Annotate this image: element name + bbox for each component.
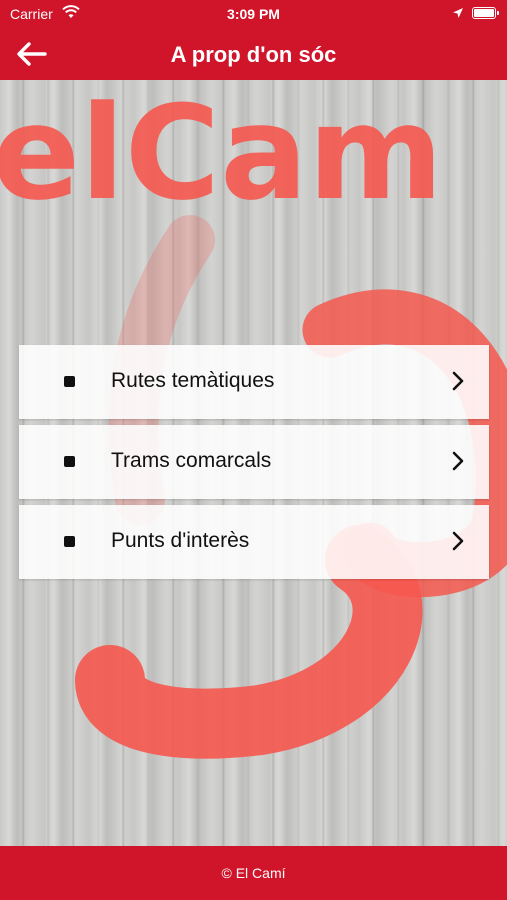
- status-time: 3:09 PM: [227, 6, 280, 22]
- location-arrow-icon: [452, 6, 464, 22]
- battery-icon: [472, 7, 499, 19]
- page-title: A prop d'on sóc: [170, 42, 337, 67]
- status-bar: Carrier 3:09 PM: [0, 0, 507, 28]
- navigation-bar: A prop d'on sóc: [0, 28, 507, 80]
- bullet-icon: [64, 456, 75, 467]
- menu-item-label: Punts d'interès: [111, 529, 250, 552]
- graffiti-text: elCam: [0, 80, 443, 229]
- copyright-text: © El Camí: [221, 865, 286, 881]
- chevron-right-icon: [452, 451, 464, 471]
- bullet-icon: [64, 536, 75, 547]
- menu-item-rutes-tematiques[interactable]: Rutes temàtiques: [19, 345, 489, 419]
- menu-list: Rutes temàtiques Trams comarcals Punts d…: [19, 345, 489, 585]
- menu-item-label: Trams comarcals: [111, 449, 272, 472]
- content-area: elCam Rutes temàtiques Trams comarcals P…: [0, 80, 507, 846]
- chevron-right-icon: [452, 531, 464, 551]
- bullet-icon: [64, 376, 75, 387]
- menu-item-punts-interes[interactable]: Punts d'interès: [19, 505, 489, 579]
- menu-item-trams-comarcals[interactable]: Trams comarcals: [19, 425, 489, 499]
- footer: © El Camí: [0, 846, 507, 900]
- menu-item-label: Rutes temàtiques: [111, 369, 275, 392]
- chevron-right-icon: [452, 371, 464, 391]
